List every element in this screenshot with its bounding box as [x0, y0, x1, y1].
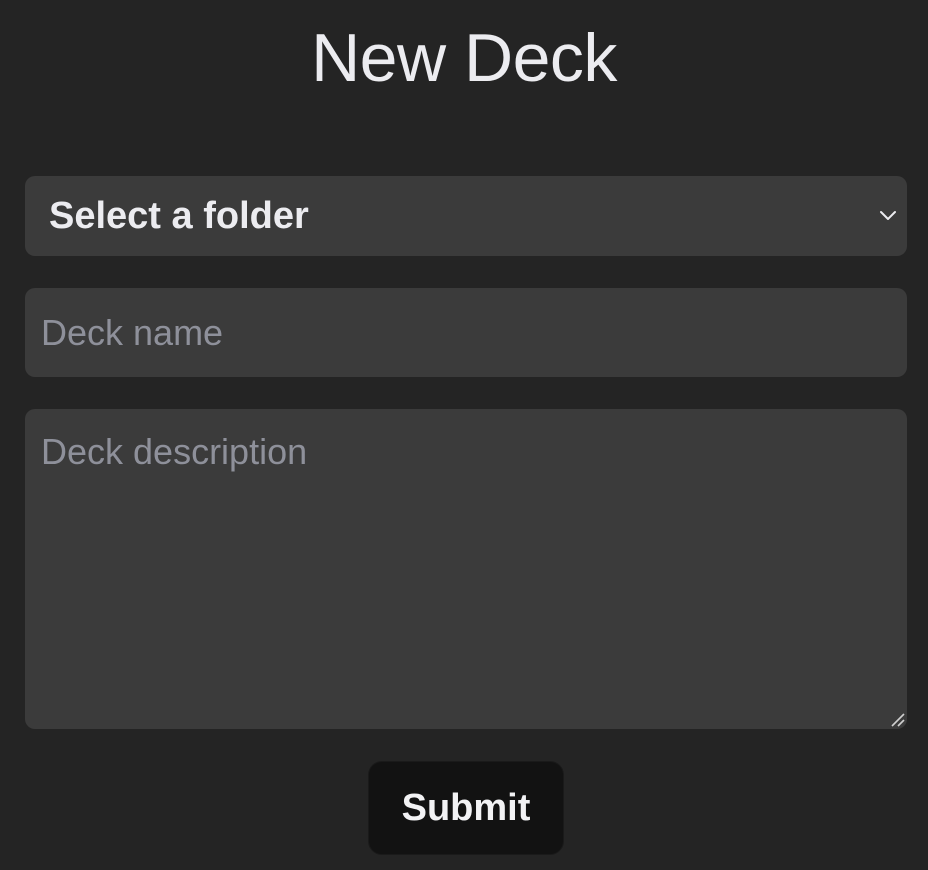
new-deck-page: New Deck Select a folder Submit — [0, 0, 928, 870]
submit-button[interactable]: Submit — [368, 761, 564, 855]
folder-select[interactable]: Select a folder — [25, 176, 907, 256]
chevron-down-icon — [880, 211, 896, 220]
page-title: New Deck — [311, 20, 617, 96]
folder-select-value: Select a folder — [49, 195, 309, 237]
deck-description-textarea[interactable] — [25, 409, 907, 729]
resize-handle-icon[interactable] — [889, 711, 905, 727]
deck-name-input[interactable] — [25, 288, 907, 377]
